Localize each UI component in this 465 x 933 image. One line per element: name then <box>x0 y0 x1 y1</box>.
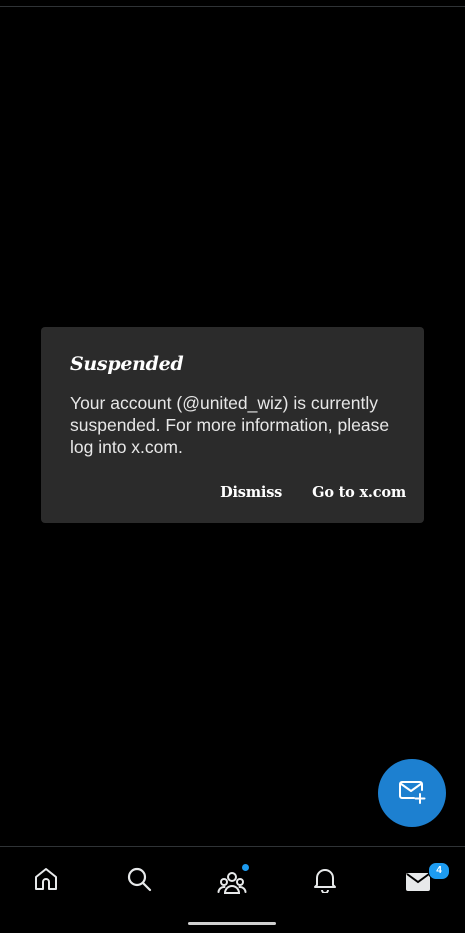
nav-search[interactable] <box>119 865 159 897</box>
new-message-icon <box>397 776 427 810</box>
nav-messages[interactable]: 4 <box>398 862 450 897</box>
dismiss-button[interactable]: Dismiss <box>220 484 282 501</box>
communities-icon <box>217 864 249 895</box>
mail-icon: 4 <box>404 862 450 895</box>
nav-home[interactable] <box>26 865 66 897</box>
notification-dot <box>242 864 249 871</box>
home-indicator <box>188 922 276 925</box>
bottom-nav: 4 <box>0 846 465 933</box>
new-message-button[interactable] <box>378 759 446 827</box>
top-divider <box>0 6 465 7</box>
home-icon <box>32 865 60 897</box>
dialog-actions: Dismiss Go to x.com <box>220 484 406 501</box>
bell-icon <box>311 865 339 897</box>
suspended-dialog: Suspended Your account (@united_wiz) is … <box>41 327 424 523</box>
search-icon <box>125 865 153 897</box>
dialog-message: Your account (@united_wiz) is currently … <box>70 393 390 457</box>
go-to-x-button[interactable]: Go to x.com <box>312 484 406 501</box>
dialog-title: Suspended <box>70 353 184 375</box>
nav-notifications[interactable] <box>305 865 345 897</box>
messages-badge: 4 <box>428 862 450 880</box>
nav-communities[interactable] <box>212 864 252 897</box>
